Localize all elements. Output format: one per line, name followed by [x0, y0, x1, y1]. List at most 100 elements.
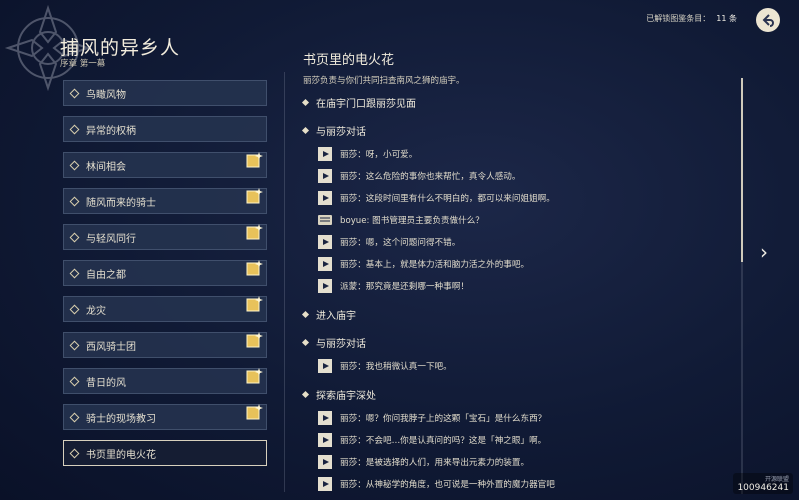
- dialogue-line[interactable]: 丽莎：不会吧…你是认真问的吗？这是「神之眼」啊。: [318, 433, 546, 447]
- diamond-icon: [69, 160, 80, 170]
- step-bullet-icon: [301, 98, 310, 107]
- new-entry-badge-icon: [246, 404, 263, 420]
- chapter-label: 书页里的电火花: [86, 449, 156, 461]
- step-bullet-icon: [301, 338, 310, 347]
- chapter-label: 与轻风同行: [86, 233, 136, 245]
- play-voice-icon[interactable]: [318, 279, 332, 293]
- dialogue-text: 丽莎：基本上，就是体力活和脑力活之外的事吧。: [340, 260, 530, 270]
- play-voice-icon[interactable]: [318, 169, 332, 183]
- chapter-label: 随风而来的骑士: [86, 197, 156, 209]
- play-voice-icon[interactable]: [318, 477, 332, 491]
- dialogue-line[interactable]: 丽莎：我也稍微认真一下吧。: [318, 359, 452, 373]
- new-entry-badge-icon: [246, 332, 263, 348]
- dialogue-text: 丽莎：我也稍微认真一下吧。: [340, 362, 452, 372]
- chapter-item[interactable]: 龙灾: [63, 296, 267, 322]
- watermark-site: 开源联盟: [764, 476, 789, 483]
- panel-divider: [284, 72, 285, 492]
- chapter-item[interactable]: 林间相会: [63, 152, 267, 178]
- dialogue-option-icon: [318, 213, 332, 227]
- dialogue-line[interactable]: 派蒙：那究竟是还剩哪一种事啊！: [318, 279, 469, 293]
- back-arrow-icon: [762, 14, 774, 27]
- diamond-icon: [69, 376, 80, 386]
- next-page-chevron-icon[interactable]: ›: [760, 240, 768, 264]
- chapter-label: 自由之都: [86, 269, 126, 281]
- chapter-label: 龙灾: [86, 305, 106, 317]
- dialogue-line[interactable]: 丽莎：嗯，这个问题问得不错。: [318, 235, 460, 249]
- chapter-label: 西风骑士团: [86, 341, 136, 353]
- dialogue-text: 丽莎：嗯，这个问题问得不错。: [340, 238, 461, 248]
- play-voice-icon[interactable]: [318, 257, 332, 271]
- chapter-item[interactable]: 西风骑士团: [63, 332, 267, 358]
- play-voice-icon[interactable]: [318, 411, 332, 425]
- watermark-id: 100946241: [737, 483, 789, 493]
- back-button[interactable]: [756, 8, 780, 32]
- chapter-detail-title: 书页里的电火花: [303, 53, 395, 68]
- play-voice-icon[interactable]: [318, 433, 332, 447]
- scrollbar-thumb[interactable]: [741, 78, 743, 262]
- new-entry-badge-icon: [246, 368, 263, 384]
- new-entry-badge-icon: [246, 224, 263, 240]
- step-bullet-icon: [301, 126, 310, 135]
- dialogue-text: 派蒙：那究竟是还剩哪一种事啊！: [340, 282, 469, 292]
- step-heading-label: 与丽莎对话: [316, 127, 366, 138]
- dialogue-line[interactable]: 丽莎：嗯？你问我脖子上的这颗「宝石」是什么东西？: [318, 411, 546, 425]
- diamond-icon: [69, 196, 80, 206]
- play-voice-icon[interactable]: [318, 191, 332, 205]
- quest-step-heading: 在庙宇门口跟丽莎见面: [301, 95, 416, 110]
- diamond-icon: [69, 268, 80, 278]
- new-entry-badge-icon: [246, 152, 263, 168]
- dialogue-text: 丽莎：呀，小可爱。: [340, 150, 418, 160]
- diamond-icon: [69, 340, 80, 350]
- diamond-icon: [69, 232, 80, 242]
- chapter-item[interactable]: 书页里的电火花: [63, 440, 267, 466]
- chapter-item[interactable]: 骑士的现场教习: [63, 404, 267, 430]
- chapter-label: 林间相会: [86, 161, 126, 173]
- dialogue-line[interactable]: 丽莎：从神秘学的角度，也可说是一种外置的魔力器官吧: [318, 477, 555, 491]
- chapter-item[interactable]: 鸟瞰风物: [63, 80, 267, 106]
- dialogue-line[interactable]: 丽莎：是被选择的人们，用来导出元素力的装置。: [318, 455, 529, 469]
- chapter-item[interactable]: 随风而来的骑士: [63, 188, 267, 214]
- chapter-item[interactable]: 昔日的风: [63, 368, 267, 394]
- quest-step-heading: 进入庙宇: [301, 307, 356, 322]
- diamond-icon: [69, 304, 80, 314]
- chapter-label: 骑士的现场教习: [86, 413, 156, 425]
- diamond-icon: [69, 124, 80, 134]
- dialogue-line[interactable]: 丽莎：呀，小可爱。: [318, 147, 417, 161]
- chapter-label: 昔日的风: [86, 377, 126, 389]
- unlocked-label: 已解锁图鉴条目：: [646, 14, 711, 23]
- play-voice-icon[interactable]: [318, 235, 332, 249]
- quest-step-heading: 探索庙宇深处: [301, 387, 376, 402]
- diamond-icon: [69, 88, 80, 98]
- unlocked-entries-counter: 已解锁图鉴条目： 11 条: [646, 13, 737, 24]
- play-voice-icon[interactable]: [318, 455, 332, 469]
- dialogue-line[interactable]: 丽莎：基本上，就是体力活和脑力活之外的事吧。: [318, 257, 529, 271]
- diamond-icon: [69, 448, 80, 458]
- chapter-item[interactable]: 自由之都: [63, 260, 267, 286]
- quest-subtitle: 序章 第一幕: [60, 59, 106, 69]
- unlocked-count: 11 条: [716, 14, 737, 23]
- step-bullet-icon: [301, 390, 310, 399]
- quest-title: 捕风的异乡人: [60, 37, 181, 59]
- dialogue-text: 丽莎：从神秘学的角度，也可说是一种外置的魔力器官吧: [340, 480, 555, 490]
- dialogue-text: 丽莎：这段时间里有什么不明白的，都可以来问姐姐啊。: [340, 194, 555, 204]
- chapter-item[interactable]: 与轻风同行: [63, 224, 267, 250]
- chapter-list: 鸟瞰风物异常的权柄林间相会随风而来的骑士 与轻风同行自由之都龙灾西风骑士团昔日的风…: [63, 80, 267, 476]
- new-entry-badge-icon: [246, 296, 263, 312]
- new-entry-badge-icon: [246, 188, 263, 204]
- chapter-label: 鸟瞰风物: [86, 89, 126, 101]
- dialogue-text: 丽莎：是被选择的人们，用来导出元素力的装置。: [340, 458, 530, 468]
- play-voice-icon[interactable]: [318, 147, 332, 161]
- step-heading-label: 与丽莎对话: [316, 339, 366, 350]
- quest-step-heading: 与丽莎对话: [301, 335, 366, 350]
- dialogue-line[interactable]: 丽莎：这么危险的事你也来帮忙，真令人感动。: [318, 169, 520, 183]
- dialogue-option-line[interactable]: boyue: 图书管理员主要负责做什么？: [318, 213, 484, 227]
- step-heading-label: 探索庙宇深处: [316, 391, 376, 402]
- new-entry-badge-icon: [246, 260, 263, 276]
- chapter-item[interactable]: 异常的权柄: [63, 116, 267, 142]
- step-heading-label: 在庙宇门口跟丽莎见面: [316, 99, 416, 110]
- chapter-label: 异常的权柄: [86, 125, 136, 137]
- chapter-description: 丽莎负责与你们共同扫查南风之狮的庙宇。: [303, 76, 465, 86]
- diamond-icon: [69, 412, 80, 422]
- play-voice-icon[interactable]: [318, 359, 332, 373]
- dialogue-line[interactable]: 丽莎：这段时间里有什么不明白的，都可以来问姐姐啊。: [318, 191, 555, 205]
